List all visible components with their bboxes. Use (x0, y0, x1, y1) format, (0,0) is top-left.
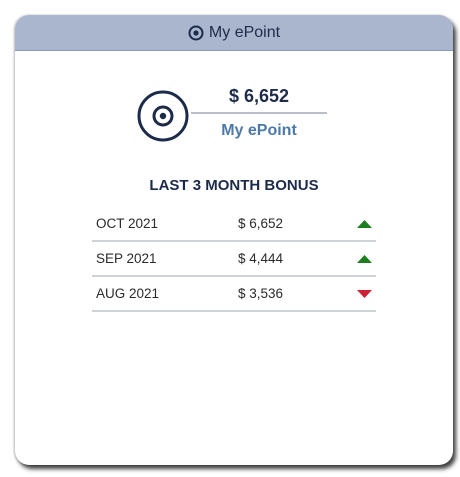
bonus-month: OCT 2021 (96, 216, 159, 231)
bonus-value: $ 4,444 (238, 251, 284, 266)
epoint-card: My ePoint $ 6,652 My ePoint LAST 3 MONTH… (15, 15, 453, 465)
target-icon (137, 90, 189, 142)
bonus-value: $ 3,536 (238, 286, 284, 301)
bonus-row: OCT 2021 $ 6,652 (92, 207, 376, 242)
bonus-month: SEP 2021 (96, 251, 157, 266)
bonus-value: $ 6,652 (238, 216, 284, 231)
divider (191, 112, 327, 114)
trend-up-icon (357, 220, 372, 228)
bonus-section-title: LAST 3 MONTH BONUS (149, 177, 319, 194)
bonus-table: OCT 2021 $ 6,652 SEP 2021 $ 4,444 AUG 2021 $ … (92, 207, 376, 312)
trend-down-icon (357, 290, 372, 298)
bonus-row: AUG 2021 $ 3,536 (92, 277, 376, 312)
bonus-row: SEP 2021 $ 4,444 (92, 242, 376, 277)
bonus-month: AUG 2021 (96, 286, 160, 301)
trend-up-icon (357, 255, 372, 263)
epoint-label: My ePoint (221, 122, 297, 139)
epoint-summary: $ 6,652 My ePoint (15, 15, 453, 165)
epoint-amount: $ 6,652 (228, 86, 290, 106)
